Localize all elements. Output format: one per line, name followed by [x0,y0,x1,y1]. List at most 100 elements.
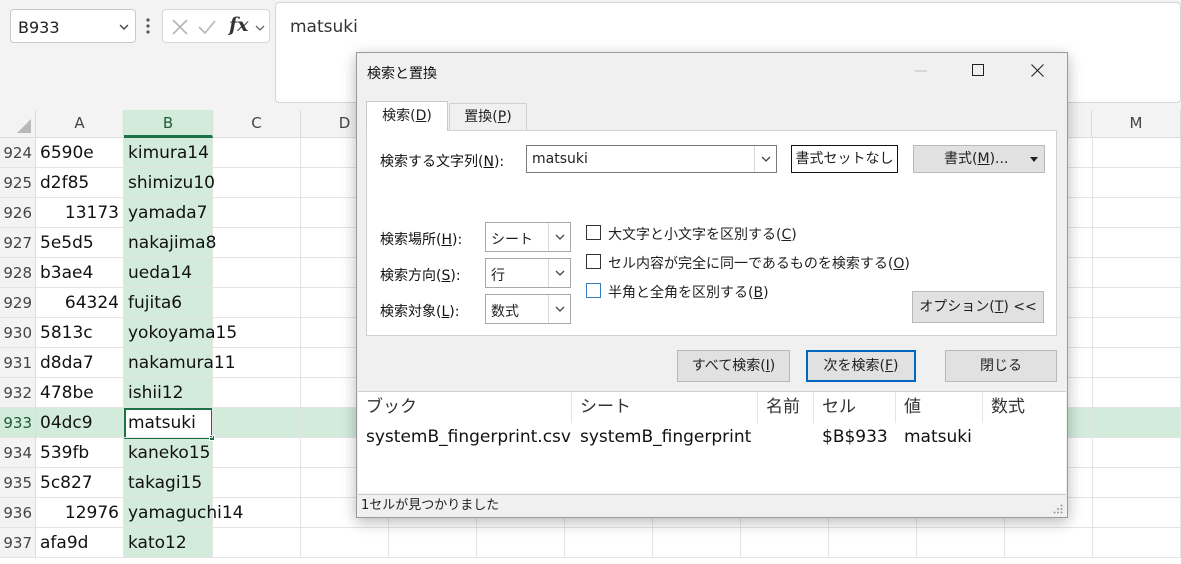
column-header-a[interactable]: A [36,110,124,138]
x-icon[interactable] [170,17,190,37]
column-header-c[interactable]: C [213,110,301,138]
cell-a[interactable]: 5c827 [36,468,124,498]
cell-empty[interactable] [1093,348,1181,378]
results-column-header[interactable]: 値 [896,392,983,423]
maximize-button[interactable] [950,53,1006,87]
insert-function-icon[interactable]: fx [229,14,249,36]
resize-grip-icon[interactable] [1053,504,1063,514]
close-button[interactable]: 閉じる [945,350,1057,382]
row-header[interactable]: 924 [0,138,36,168]
cell-empty[interactable] [213,198,301,228]
cell-a[interactable]: 6590e [36,138,124,168]
results-column-header[interactable]: 名前 [758,392,814,423]
cell-empty[interactable] [213,228,301,258]
column-header-m[interactable]: M [1092,110,1181,138]
cell-b[interactable]: yamaguchi14 [124,498,244,528]
find-history-dropdown[interactable] [754,146,776,172]
look-in-dropdown[interactable] [548,295,570,323]
result-cell[interactable]: matsuki [896,424,983,450]
cell-empty[interactable] [1093,318,1181,348]
results-column-header[interactable]: セル [814,392,896,423]
cell-a[interactable]: d8da7 [36,348,124,378]
result-cell[interactable]: systemB_fingerprint.csv [358,424,572,450]
cell-empty[interactable] [213,378,301,408]
cell-a[interactable]: 12976 [36,498,124,528]
options-button[interactable]: オプション(T) << [912,291,1044,323]
cell-b[interactable]: kimura14 [124,138,213,168]
cell-empty[interactable] [1093,468,1181,498]
cell-empty[interactable] [213,288,301,318]
cell-empty[interactable] [213,438,301,468]
cell-empty[interactable] [213,168,301,198]
cell-a[interactable]: 04dc9 [36,408,124,438]
cell-empty[interactable] [1093,498,1181,528]
cell-empty[interactable] [653,528,741,558]
find-next-button[interactable]: 次を検索(F) [806,350,916,382]
cell-empty[interactable] [213,408,301,438]
row-header[interactable]: 928 [0,258,36,288]
cell-b[interactable]: matsuki [124,408,213,438]
cell-empty[interactable] [741,528,829,558]
more-options-icon[interactable] [145,16,151,36]
match-entire-cell-label[interactable]: セル内容が完全に同一であるものを検索する(O) [608,253,910,273]
result-cell[interactable] [758,424,814,450]
results-column-header[interactable]: 数式 [983,392,1066,423]
cell-empty[interactable] [1093,168,1181,198]
cell-empty[interactable] [1005,528,1093,558]
look-in-select[interactable]: 数式 [485,294,571,324]
cell-b[interactable]: nakamura11 [124,348,236,378]
cell-empty[interactable] [301,528,389,558]
cell-a[interactable]: 5e5d5 [36,228,124,258]
select-all-button[interactable] [0,110,36,138]
cell-b[interactable]: shimizu10 [124,168,215,198]
cell-a[interactable]: 13173 [36,198,124,228]
cell-empty[interactable] [917,528,1005,558]
search-direction-select[interactable]: 行 [485,258,571,288]
cell-empty[interactable] [1093,288,1181,318]
cell-a[interactable]: 64324 [36,288,124,318]
column-header-b[interactable]: B [124,110,213,138]
cell-empty[interactable] [1093,198,1181,228]
cell-a[interactable]: 539fb [36,438,124,468]
cell-empty[interactable] [565,528,653,558]
row-header[interactable]: 927 [0,228,36,258]
cell-b[interactable]: ishii12 [124,378,213,408]
cell-b[interactable]: ueda14 [124,258,213,288]
match-entire-cell-checkbox[interactable] [586,254,601,269]
cell-a[interactable]: afa9d [36,528,124,558]
cell-empty[interactable] [829,528,917,558]
cell-empty[interactable] [213,468,301,498]
cell-empty[interactable] [1093,378,1181,408]
tab-find[interactable]: 検索(D) [366,101,448,131]
row-header[interactable]: 930 [0,318,36,348]
cell-b[interactable]: yokoyama15 [124,318,237,348]
cell-empty[interactable] [1093,258,1181,288]
cell-empty[interactable] [477,528,565,558]
row-header[interactable]: 937 [0,528,36,558]
match-byte-checkbox[interactable] [586,283,601,298]
row-header[interactable]: 931 [0,348,36,378]
cell-b[interactable]: kaneko15 [124,438,213,468]
cell-b[interactable]: nakajima8 [124,228,216,258]
row-header[interactable]: 932 [0,378,36,408]
result-cell[interactable]: systemB_fingerprint [572,424,758,450]
check-icon[interactable] [197,17,217,37]
row-header[interactable]: 933 [0,408,36,438]
cell-empty[interactable] [1093,408,1181,438]
cell-empty[interactable] [1093,438,1181,468]
cell-b[interactable]: yamada7 [124,198,213,228]
within-select[interactable]: シート [485,222,571,252]
row-header[interactable]: 925 [0,168,36,198]
cell-a[interactable]: 478be [36,378,124,408]
cell-empty[interactable] [1093,528,1181,558]
match-byte-label[interactable]: 半角と全角を区別する(B) [608,282,769,302]
result-cell[interactable]: $B$933 [814,424,896,450]
no-format-button[interactable]: 書式セットなし [791,145,898,173]
row-header[interactable]: 929 [0,288,36,318]
cell-b[interactable]: takagi15 [124,468,213,498]
find-what-input[interactable]: matsuki [526,145,777,173]
result-cell[interactable] [983,424,1066,450]
close-window-button[interactable] [1009,53,1065,87]
cell-empty[interactable] [213,138,301,168]
cell-empty[interactable] [389,528,477,558]
